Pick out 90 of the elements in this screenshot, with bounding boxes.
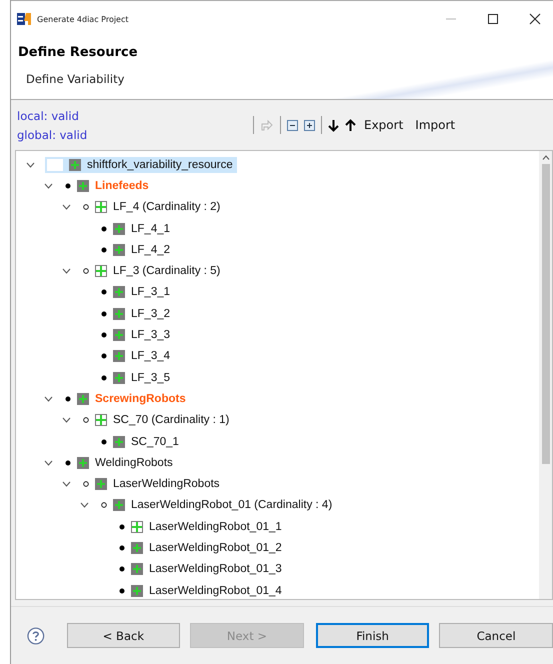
scroll-up-icon[interactable] [542, 155, 550, 160]
validation-status: global: valid [17, 128, 88, 142]
tree-item[interactable]: LaserWeldingRobot_01_3 [117, 561, 286, 578]
import-button[interactable]: Import [415, 118, 456, 132]
tree-item[interactable]: LF_3_1 [99, 284, 174, 300]
arrow-down-icon[interactable] [328, 118, 339, 132]
tree-item[interactable]: LF_3_4 [99, 348, 174, 364]
chevron-icon[interactable] [62, 204, 71, 210]
tree-item[interactable]: shiftfork_variability_resource [45, 156, 237, 173]
hollow-bullet-icon [83, 204, 89, 210]
bullet-icon [119, 524, 125, 530]
wizard-button[interactable]: < Back [66, 623, 180, 648]
grid-square-icon [95, 265, 107, 278]
page-title: Define Resource [18, 45, 139, 60]
plus-square-icon [113, 308, 125, 320]
close-icon[interactable] [529, 13, 541, 25]
checkbox[interactable] [47, 158, 63, 171]
tree-item[interactable]: LaserWeldingRobot_01_2 [117, 540, 286, 556]
tree-item[interactable]: LaserWeldingRobots [81, 476, 224, 492]
bullet-icon [101, 310, 107, 317]
help-icon[interactable] [27, 626, 45, 644]
export-button[interactable]: Export [364, 118, 404, 132]
bullet-icon [119, 566, 125, 572]
plus-square-icon [113, 436, 125, 448]
chevron-icon[interactable] [44, 182, 53, 189]
bullet-icon [101, 226, 107, 232]
chevron-icon[interactable] [26, 162, 35, 168]
chevron-icon[interactable] [44, 460, 53, 466]
plus-square-icon [131, 584, 143, 597]
tree-item[interactable]: LF_3 (Cardinality : 5) [81, 263, 224, 280]
bullet-icon [65, 396, 71, 402]
plus-square-icon [69, 158, 81, 171]
chevron-icon[interactable] [44, 396, 53, 402]
bullet-icon [65, 182, 71, 189]
tree-item[interactable]: LaserWeldingRobot_01_1 [117, 518, 286, 535]
plus-square-icon [131, 563, 143, 576]
tree-item[interactable]: LF_4_1 [99, 220, 174, 237]
arrow-up-icon[interactable] [345, 118, 356, 132]
wizard-button[interactable]: Finish [316, 623, 430, 648]
tree-item[interactable]: SC_70_1 [99, 434, 183, 450]
bullet-icon [101, 438, 107, 444]
chevron-icon[interactable] [62, 268, 71, 274]
scrollbar[interactable] [539, 151, 552, 599]
hollow-bullet-icon [83, 417, 89, 424]
collapse-all-icon[interactable] [287, 120, 298, 130]
plus-square-icon [77, 392, 89, 405]
plus-square-icon [113, 286, 125, 298]
tree-item[interactable]: LaserWeldingRobot_01 (Cardinality : 4) [99, 497, 336, 514]
tree-item[interactable]: WeldingRobots [63, 454, 177, 471]
plus-square-icon [77, 456, 89, 469]
hollow-bullet-icon [83, 481, 89, 488]
tree-item[interactable]: LaserWeldingRobot_01_4 [117, 582, 286, 599]
bullet-icon [65, 460, 71, 466]
bullet-icon [119, 588, 125, 594]
tree-item[interactable]: LF_4_2 [99, 242, 174, 258]
bullet-icon [101, 374, 107, 381]
bullet-icon [101, 289, 107, 296]
plus-square-icon [95, 478, 107, 490]
chevron-icon[interactable] [80, 502, 89, 508]
plus-square-icon [131, 542, 143, 554]
grid-square-icon [131, 520, 143, 533]
page-description: Define Variability [25, 72, 126, 86]
plus-square-icon [113, 329, 125, 342]
bullet-icon [119, 544, 125, 551]
tree-item[interactable]: LF_4 (Cardinality : 2) [81, 199, 224, 216]
tree-item[interactable]: LF_3_2 [99, 306, 174, 322]
app-logo-icon [17, 12, 31, 26]
hollow-bullet-icon [83, 268, 89, 274]
wizard-button[interactable]: Cancel [439, 623, 553, 648]
tree-item[interactable]: LF_3_3 [99, 327, 174, 344]
chevron-icon[interactable] [62, 417, 71, 424]
maximize-icon[interactable] [487, 13, 499, 25]
validation-status: local: valid [17, 108, 80, 122]
tree-item[interactable]: LF_3_5 [99, 370, 174, 386]
chevron-icon[interactable] [62, 481, 71, 488]
grid-square-icon [95, 414, 107, 426]
grid-square-icon [95, 201, 107, 214]
tree-item[interactable]: SC_70 (Cardinality : 1) [81, 412, 234, 428]
window-title: Generate 4diac Project [37, 14, 129, 24]
plus-square-icon [113, 350, 125, 362]
plus-square-icon [77, 180, 89, 192]
bullet-icon [101, 353, 107, 360]
plus-square-icon [113, 372, 125, 384]
plus-square-icon [113, 244, 125, 256]
hollow-bullet-icon [101, 502, 107, 508]
plus-square-icon [113, 499, 125, 512]
plus-square-icon [113, 222, 125, 235]
bullet-icon [101, 246, 107, 253]
expand-all-icon[interactable] [304, 120, 315, 130]
bullet-icon [101, 332, 107, 338]
